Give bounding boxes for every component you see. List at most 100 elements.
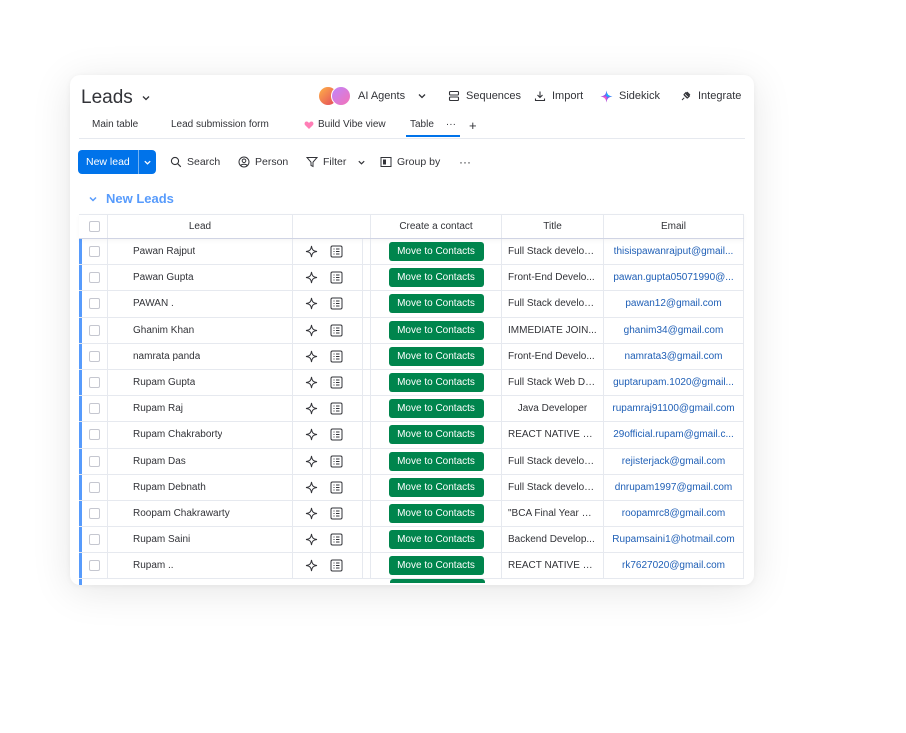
sparkle-icon[interactable] <box>305 533 318 546</box>
email-link[interactable]: pawan12@gmail.com <box>604 291 744 317</box>
email-link[interactable]: dnrupam1997@gmail.com <box>604 474 744 500</box>
row-checkbox[interactable] <box>82 448 108 474</box>
filter-button[interactable]: Filter <box>306 150 366 174</box>
move-to-contacts-button[interactable]: Move to Contacts <box>388 399 484 419</box>
move-to-contacts-button[interactable]: Move to Contacts <box>388 373 484 393</box>
row-checkbox[interactable] <box>82 265 108 291</box>
move-to-contacts-button[interactable]: Move to Contacts <box>388 242 484 262</box>
row-checkbox[interactable] <box>82 500 108 527</box>
lead-name[interactable]: Rupam Saini <box>108 527 293 553</box>
title-cell[interactable]: "BCA Final Year St... <box>502 500 604 527</box>
board-title-area[interactable]: Leads <box>81 87 153 109</box>
item-details-icon[interactable] <box>330 455 343 468</box>
sparkle-icon[interactable] <box>305 455 318 468</box>
lead-name[interactable]: Rupam .. <box>108 553 293 579</box>
row-checkbox[interactable] <box>82 343 108 369</box>
move-to-contacts-button[interactable]: Move to Contacts <box>388 477 484 497</box>
lead-name[interactable]: Rupam Debnath <box>108 474 293 500</box>
table-row[interactable]: namrata panda Move to Contacts Front-End D… <box>79 343 744 370</box>
row-checkbox[interactable] <box>82 239 108 265</box>
title-cell[interactable]: Full Stack develop... <box>502 239 604 265</box>
title-cell[interactable]: Front-End Develo... <box>502 343 604 369</box>
title-cell[interactable]: REACT NATIVE D... <box>502 553 604 579</box>
sparkle-icon[interactable] <box>305 428 318 441</box>
column-header-title[interactable]: Title <box>502 215 604 238</box>
table-row[interactable]: PAWAN . Move to Contacts Full Stack develo… <box>79 291 744 318</box>
lead-name[interactable]: Rupam Gupta <box>108 369 293 396</box>
email-link[interactable]: roopamrc8@gmail.com <box>604 500 744 527</box>
email-link[interactable]: guptarupam.1020@gmail... <box>604 369 744 396</box>
table-row[interactable]: Rupam Das Move to Contacts Full Stack deve… <box>79 448 744 475</box>
lead-name[interactable]: namrata panda <box>108 343 293 369</box>
tab-table[interactable]: Table ··· <box>406 119 460 137</box>
table-row[interactable]: Rupam Debnath Move to Contacts Full Stack … <box>79 474 744 501</box>
title-cell[interactable]: Backend Develop... <box>502 527 604 553</box>
import-button[interactable]: Import <box>534 85 583 107</box>
move-to-contacts-button[interactable]: Move to Contacts <box>388 425 484 445</box>
email-link[interactable]: thisispawanrajput@gmail... <box>604 239 744 265</box>
email-link[interactable]: rupamraj91100@gmail.com <box>604 396 744 422</box>
item-details-icon[interactable] <box>330 402 343 415</box>
sparkle-icon[interactable] <box>305 324 318 337</box>
sparkle-icon[interactable] <box>305 297 318 310</box>
item-details-icon[interactable] <box>330 297 343 310</box>
sequences-button[interactable]: Sequences <box>448 85 521 107</box>
email-link[interactable]: rk7627020@gmail.com <box>604 553 744 579</box>
row-checkbox[interactable] <box>82 396 108 422</box>
row-checkbox[interactable] <box>82 474 108 500</box>
table-row[interactable]: Pawan Gupta Move to Contacts Front-End Dev… <box>79 265 744 292</box>
table-row[interactable]: Ghanim Khan Move to Contacts IMMEDIATE JOI… <box>79 317 744 344</box>
lead-name[interactable]: Ghanim Khan <box>108 317 293 343</box>
item-details-icon[interactable] <box>330 271 343 284</box>
title-cell[interactable]: Front-End Develo... <box>502 265 604 291</box>
title-cell[interactable]: Full Stack develop... <box>502 448 604 474</box>
item-details-icon[interactable] <box>330 533 343 546</box>
item-details-icon[interactable] <box>330 245 343 258</box>
more-icon[interactable]: ··· <box>446 119 456 130</box>
sparkle-icon[interactable] <box>305 376 318 389</box>
row-checkbox[interactable] <box>82 317 108 343</box>
chevron-down-icon[interactable] <box>88 194 98 204</box>
sparkle-icon[interactable] <box>305 481 318 494</box>
search-button[interactable]: Search <box>170 150 220 174</box>
chevron-down-icon[interactable] <box>357 158 366 167</box>
move-to-contacts-button[interactable]: Move to Contacts <box>388 503 484 523</box>
row-checkbox[interactable] <box>82 422 108 448</box>
email-link[interactable]: Rupamsaini1@hotmail.com <box>604 527 744 553</box>
move-to-contacts-button[interactable]: Move to Contacts <box>388 451 484 471</box>
sparkle-icon[interactable] <box>305 507 318 520</box>
chevron-down-icon[interactable] <box>139 91 153 105</box>
chevron-down-icon[interactable] <box>137 150 156 174</box>
column-header-create-contact[interactable]: Create a contact <box>371 215 502 238</box>
integrate-button[interactable]: Integrate <box>680 85 741 107</box>
move-to-contacts-button[interactable]: Move to Contacts <box>388 346 484 366</box>
email-link[interactable]: namrata3@gmail.com <box>604 343 744 369</box>
move-to-contacts-button[interactable]: Move to Contacts <box>388 530 484 550</box>
move-to-contacts-button[interactable]: Move to Contacts <box>388 320 484 340</box>
row-checkbox[interactable] <box>82 553 108 579</box>
table-row[interactable]: Rupam Saini Move to Contacts Backend Devel… <box>79 527 744 554</box>
title-cell[interactable]: Full Stack Web De... <box>502 369 604 396</box>
table-row[interactable]: Rupam Raj Move to Contacts Java Developer r… <box>79 396 744 423</box>
title-cell[interactable]: Full Stack develop... <box>502 291 604 317</box>
move-to-contacts-button[interactable]: Move to Contacts <box>388 556 484 576</box>
item-details-icon[interactable] <box>330 428 343 441</box>
lead-name[interactable]: Rupam Das <box>108 448 293 474</box>
title-cell[interactable]: Java Developer <box>502 396 604 422</box>
ai-agents-button[interactable]: AI Agents <box>318 85 427 107</box>
group-header[interactable]: New Leads <box>88 191 174 206</box>
tab-build-vibe-view[interactable]: Build Vibe view <box>304 119 386 130</box>
sparkle-icon[interactable] <box>305 402 318 415</box>
lead-name[interactable]: Rupam Chakraborty <box>108 422 293 448</box>
sparkle-icon[interactable] <box>305 350 318 363</box>
row-checkbox[interactable] <box>82 369 108 396</box>
tab-main-table[interactable]: Main table <box>92 119 138 130</box>
lead-name[interactable]: PAWAN . <box>108 291 293 317</box>
lead-name[interactable]: Pawan Rajput <box>108 239 293 265</box>
sidekick-button[interactable]: Sidekick <box>600 85 660 107</box>
sparkle-icon[interactable] <box>305 245 318 258</box>
add-view-icon[interactable]: + <box>469 118 477 133</box>
table-row[interactable]: Rupam .. Move to Contacts REACT NATIVE D..… <box>79 553 744 580</box>
email-link[interactable]: ghanim34@gmail.com <box>604 317 744 343</box>
more-options-icon[interactable]: ··· <box>459 150 471 174</box>
